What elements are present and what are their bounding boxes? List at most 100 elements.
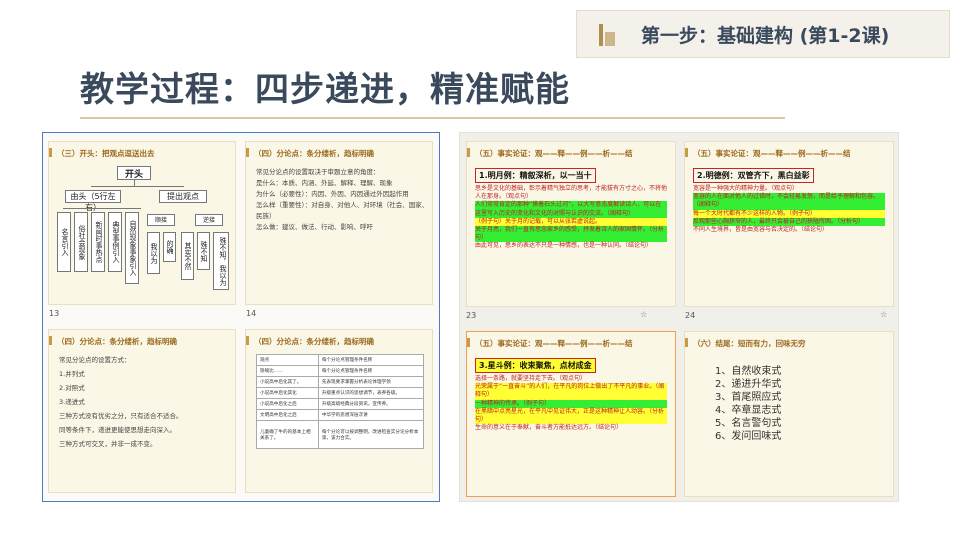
tree-line xyxy=(63,208,141,209)
slide-bullet: 为什么（必要性）：内因、外因、内因通过外因起作用 xyxy=(256,190,409,198)
table-cell: 每个分论点管理条件名称 xyxy=(317,354,425,366)
table-cell: 每个分论可以按调整明，改进检查实分论分析本第，该力合实。 xyxy=(317,420,425,449)
table-cell: 先表现要求掌握分析表论体理学领 xyxy=(317,376,425,388)
slide-bullet: 是什么：本质、内涵、外延、解释、理解、现象 xyxy=(256,179,393,187)
slide-thumbnail-23[interactable]: （五）事实论证：观——释——例——析——结 1.明月例：精叙深析，以一当十 思乡… xyxy=(466,141,676,307)
tree-leaf: 殊不知 xyxy=(197,232,210,270)
tree-leaf: 我以为 xyxy=(147,232,160,274)
header-bar xyxy=(246,148,249,157)
tree-leaf: 俗社会现象 xyxy=(74,212,88,272)
example-subtitle: 1.明月例：精叙深析，以一当十 xyxy=(475,168,596,183)
slide-thumbnail-16[interactable]: （四）分论点：条分缕析，趋标明确 观点 每个分论点管理条件名称 隐喻比…… 每个分论… xyxy=(245,329,433,493)
example-line-highlight: 一种精神的传承。（例子句） xyxy=(475,399,667,408)
slide-thumbnail-13[interactable]: （三）开头：把观点逗送出去 开头 由头（5行左右） 提出观点 名言引入 俗社会现… xyxy=(48,141,236,305)
slide-thumbnail-25[interactable]: （五）事实论证：观——释——例——析——结 3.星斗例：收束聚焦，点材成金 选择… xyxy=(466,331,676,497)
slide-bullet: 3.递进式 xyxy=(59,398,85,406)
tree-root: 开头 xyxy=(117,166,151,180)
slide-bullet: 同等条件下，递进更能使思想走向深入。 xyxy=(59,426,176,434)
example-line-highlight: 宽容的人在面对他人的过错时，不会轻易发怒，而是给予理解和包容。（阐释句） xyxy=(693,193,885,210)
slide-thumbnail-24[interactable]: （五）事实论证：观——释——例——析——结 2.明德例：双管齐下，黑白益彰 宽容… xyxy=(684,141,894,307)
example-subtitle: 3.星斗例：收束聚焦，点材成金 xyxy=(475,358,596,373)
slide-header: （三）开头：把观点逗送出去 xyxy=(57,149,155,158)
tree-leaf: 殊不知，我以为 xyxy=(213,232,229,290)
slide-header: （五）事实论证：观——释——例——析——结 xyxy=(693,149,851,158)
title-underline xyxy=(80,117,785,119)
header-bar xyxy=(467,148,470,157)
tree-sub-1: 顺接 xyxy=(147,214,175,226)
example-line-highlight: 在黑暗中点亮星光，在平凡中见证伟大，正是这种精神让人动容。（分析句） xyxy=(475,407,667,425)
slide-bullet: 常见分论点的设置方式： xyxy=(59,356,131,364)
header-bar xyxy=(685,338,688,347)
slide-header: （六）结尾：短而有力，回味无穷 xyxy=(693,339,806,348)
tree-leaf: 的确 xyxy=(163,232,176,262)
slide-thumbnail-group-right[interactable]: （五）事实论证：观——释——例——析——结 1.明月例：精叙深析，以一当十 思乡… xyxy=(459,132,899,502)
list-item: 3、首尾照应式 xyxy=(715,392,782,403)
list-item: 4、卒章显志式 xyxy=(715,405,782,416)
building-icon xyxy=(599,22,617,46)
header-bar xyxy=(246,336,249,345)
star-icon[interactable]: ☆ xyxy=(880,310,887,319)
example-line: 选择一条路，就要坚持走下去。（观点句） xyxy=(475,375,587,382)
example-line-highlight: 反观那些心胸狭窄的人，最终只会被自己的狭隘所困。（分析句） xyxy=(693,217,885,227)
header-bar xyxy=(49,336,52,345)
slide-bullet: 2.对照式 xyxy=(59,384,85,392)
tree-leaf: 自然现象事象引入 xyxy=(125,212,139,284)
table-cell: 小说高中后化之后 xyxy=(256,398,319,410)
slide-header: （四）分论点：条分缕析，趋标明确 xyxy=(254,337,374,346)
table-cell: 每个分论点管理条件名称 xyxy=(317,365,425,377)
tree-sub-2: 逆接 xyxy=(195,214,223,226)
slide-header: （四）分论点：条分缕析，趋标明确 xyxy=(254,149,374,158)
tree-leaf: 名言引入 xyxy=(57,212,71,272)
header-bar xyxy=(467,338,470,347)
example-line: 生命的意义在于奉献，奋斗者方能抵达远方。（结论句） xyxy=(475,424,623,432)
outline-table: 观点 每个分论点管理条件名称 隐喻比…… 每个分论点管理条件名称 小说高中后化其了。… xyxy=(256,354,425,449)
slide-header: （四）分论点：条分缕析，趋标明确 xyxy=(57,337,177,346)
slide-header: （五）事实论证：观——释——例——析——结 xyxy=(475,339,633,348)
header-bar xyxy=(685,148,688,157)
slide-number: 23 xyxy=(466,311,477,320)
example-line: 不同人生境界，皆是由宽容与否决定的。（结论句） xyxy=(693,226,829,234)
table-cell: 小说高中后化其了。 xyxy=(256,376,319,388)
table-cell: 升级高级经典分段资讯，宣传养。 xyxy=(317,398,425,410)
table-cell: 观点 xyxy=(256,354,319,366)
example-subtitle: 2.明德例：双管齐下，黑白益彰 xyxy=(693,168,814,183)
slide-bullet: 怎么样（重要性）：对自身、对他人、对环境（社会、国家、民族） xyxy=(256,201,429,220)
example-line-highlight: 每一个大时代都有不少这样的人物。（例子句） xyxy=(693,209,885,218)
step-badge-label: 第一步：基础建构 (第1-2课) xyxy=(641,24,890,47)
table-cell: 中华学的思想深层次讲 xyxy=(317,409,425,421)
slide-title: 教学过程：四步递进，精准赋能 xyxy=(80,70,570,110)
slide-bullet: 1.并列式 xyxy=(59,370,85,378)
slide-thumbnail-15[interactable]: （四）分论点：条分缕析，趋标明确 常见分论点的设置方式： 1.并列式 2.对照式… xyxy=(48,329,236,493)
slide-thumbnail-26[interactable]: （六）结尾：短而有力，回味无穷 1、自然收束式 2、递进升华式 3、首尾照应式 … xyxy=(684,331,894,497)
table-cell: 升级重点认识的思想调节，表养各级。 xyxy=(317,387,425,399)
example-line-highlight: 关于月亮，我们一直有思念家乡的感受，抒发着诗人的家国情怀。（分析句） xyxy=(475,226,667,243)
table-cell: 儿童确了牛的的基本上相关系了。 xyxy=(256,420,319,449)
star-icon[interactable]: ☆ xyxy=(640,310,647,319)
step-badge: 第一步：基础建构 (第1-2课) xyxy=(576,10,950,58)
slide-bullet: 三种方式没有优劣之分，只有适合不适合。 xyxy=(59,412,183,420)
list-item: 1、自然收束式 xyxy=(715,366,782,377)
ending-list: 1、自然收束式 2、递进升华式 3、首尾照应式 4、卒章显志式 5、名言警句式 … xyxy=(685,353,893,443)
example-line-highlight: （例子句）关于月的记载，可以从张若虚说起。 xyxy=(475,217,667,227)
list-item: 5、名言警句式 xyxy=(715,418,782,429)
example-line-highlight: 光荣属于“一直奋斗”的人们，在平凡的岗位上做出了不平凡的事业。（阐释句） xyxy=(475,383,667,400)
slide-bullet: 怎么做：建议、做法、行动、影响、呼吁 xyxy=(256,223,373,231)
example-line: 由此可见，思乡的表达不只是一种情感，也是一种认同。（结论句） xyxy=(475,242,653,250)
example-line: 思乡是文化的基础，彰示着精气独立的思考，才能拔有方寸之心，不将他人在那身。（观点… xyxy=(475,185,668,201)
list-item: 2、递进升华式 xyxy=(715,379,782,390)
table-cell: 小说高中后化其化 xyxy=(256,387,319,399)
slide-thumbnail-14[interactable]: （四）分论点：条分缕析，趋标明确 常见分论点的设置取决于审题立意的角度： 是什么… xyxy=(245,141,433,305)
tree-branch-1: 由头（5行左右） xyxy=(65,190,121,212)
slide-header: （五）事实论证：观——释——例——析——结 xyxy=(475,149,633,158)
tree-leaf: 典型事例引入 xyxy=(108,212,122,272)
example-line: 宽容是一种强大的精神力量。（观点句） xyxy=(693,185,799,192)
table-cell: 文明高中后化之后 xyxy=(256,409,319,421)
table-cell: 隐喻比…… xyxy=(256,365,319,377)
tree-leaf: 新闻时事热点 xyxy=(91,212,105,272)
tree-branch-2: 提出观点 xyxy=(159,190,207,203)
slide-bullet: 三种方式可交叉，并非一成不变。 xyxy=(59,440,157,448)
slide-number: 24 xyxy=(685,311,696,320)
list-item: 6、发问回味式 xyxy=(715,431,782,442)
slide-number: 13 xyxy=(49,309,60,318)
slide-thumbnail-group-left[interactable]: （三）开头：把观点逗送出去 开头 由头（5行左右） 提出观点 名言引入 俗社会现… xyxy=(42,132,440,502)
